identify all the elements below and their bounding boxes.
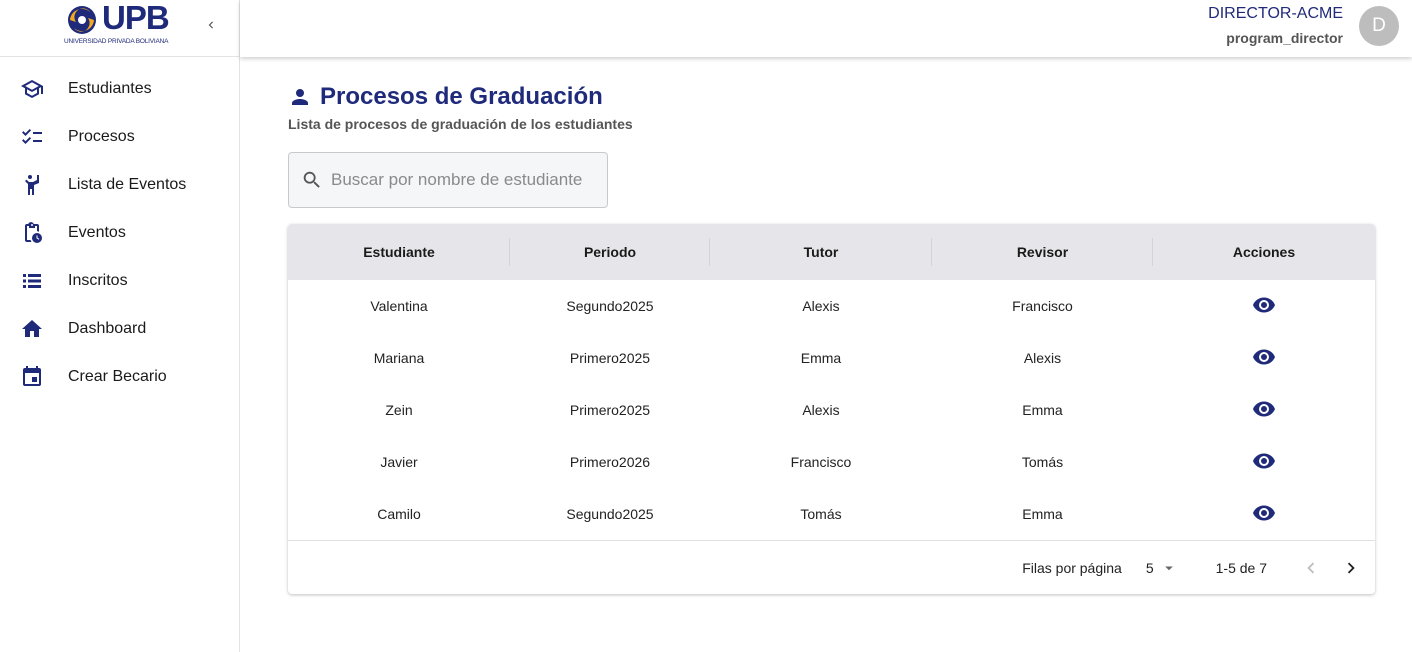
cell-estudiante: Valentina <box>370 298 428 314</box>
view-icon[interactable] <box>1252 345 1276 369</box>
home-icon <box>20 317 44 341</box>
sidebar-item-procesos[interactable]: Procesos <box>0 113 239 161</box>
top-bar: DIRECTOR-ACME program_director D <box>240 0 1412 57</box>
table-row: Camilo Segundo2025 Tomás Emma <box>288 488 1375 540</box>
table-header-row: Estudiante Periodo Tutor Revisor Accione… <box>288 224 1375 280</box>
chevron-left-icon <box>208 21 213 29</box>
cell-acciones <box>1153 488 1375 540</box>
cell-revisor: Emma <box>1022 506 1063 522</box>
sidebar-item-estudiantes[interactable]: Estudiantes <box>0 65 239 113</box>
cell-estudiante: Camilo <box>377 506 421 522</box>
page-title: Procesos de Graduación <box>320 83 603 110</box>
sidebar-item-lista-de-eventos[interactable]: Lista de Eventos <box>0 161 239 209</box>
person-icon <box>288 85 312 109</box>
cell-tutor: Francisco <box>790 454 852 470</box>
cell-revisor: Francisco <box>1012 298 1073 314</box>
cell-tutor: Alexis <box>802 402 840 418</box>
view-icon[interactable] <box>1252 501 1276 525</box>
processes-table-card: Estudiante Periodo Tutor Revisor Accione… <box>288 224 1375 594</box>
column-header-revisor[interactable]: Revisor <box>932 224 1153 280</box>
column-header-periodo[interactable]: Periodo <box>510 224 710 280</box>
cell-tutor: Alexis <box>802 298 840 314</box>
processes-table: Estudiante Periodo Tutor Revisor Accione… <box>288 224 1375 540</box>
view-icon[interactable] <box>1252 397 1276 421</box>
rows-per-page-value: 5 <box>1145 559 1154 576</box>
upb-logo[interactable]: UPB UNIVERSIDAD PRIVADA BOLIVIANA <box>64 0 186 48</box>
page-header: Procesos de Graduación <box>288 80 1376 114</box>
search-input[interactable] <box>331 170 601 190</box>
cell-estudiante: Zein <box>385 402 413 418</box>
sidebar-item-inscritos[interactable]: Inscritos <box>0 257 239 305</box>
table-row: Zein Primero2025 Alexis Emma <box>288 384 1375 436</box>
chevron-right-icon <box>1347 562 1355 573</box>
cell-revisor: Alexis <box>1023 350 1062 366</box>
column-header-acciones: Acciones <box>1232 244 1296 260</box>
next-page-button[interactable] <box>1331 548 1371 588</box>
sidebar-item-label: Eventos <box>68 224 126 241</box>
clipboard-clock-icon <box>20 221 44 245</box>
upb-logo-mark-icon <box>68 6 96 34</box>
view-icon[interactable] <box>1252 293 1276 317</box>
pagination: Filas por página 5 1-5 de 7 <box>288 540 1375 594</box>
page-subtitle: Lista de procesos de graduación de los e… <box>288 116 633 132</box>
sidebar-item-label: Crear Becario <box>68 368 167 385</box>
checklist-icon <box>20 125 44 149</box>
sidebar-item-label: Dashboard <box>68 320 147 337</box>
cell-revisor: Tomás <box>1021 454 1064 470</box>
logo-area: UPB UNIVERSIDAD PRIVADA BOLIVIANA <box>0 0 239 57</box>
cell-periodo: Primero2025 <box>569 402 651 418</box>
collapse-sidebar-button[interactable] <box>200 14 222 36</box>
pagination-range: 1-5 de 7 <box>1215 559 1267 576</box>
table-row: Javier Primero2026 Francisco Tomás <box>288 436 1375 488</box>
view-icon[interactable] <box>1252 449 1276 473</box>
logo-subtext: UNIVERSIDAD PRIVADA BOLIVIANA <box>64 38 169 45</box>
table-row: Mariana Primero2025 Emma Alexis <box>288 332 1375 384</box>
cell-estudiante: Mariana <box>373 350 425 366</box>
column-header-estudiante[interactable]: Estudiante <box>288 224 510 280</box>
sidebar-item-label: Estudiantes <box>68 80 152 97</box>
sidebar-nav: Estudiantes Procesos Lista de Eventos Ev… <box>0 57 239 401</box>
cell-periodo: Primero2026 <box>569 454 651 470</box>
user-name: DIRECTOR-ACME <box>1208 5 1343 22</box>
cell-acciones <box>1153 280 1375 332</box>
rows-per-page-label: Filas por página <box>1022 559 1122 576</box>
calendar-icon <box>20 365 44 389</box>
main-content: Procesos de Graduación Lista de procesos… <box>288 80 1376 594</box>
cell-periodo: Primero2025 <box>569 350 651 366</box>
cell-tutor: Tomás <box>800 506 842 522</box>
sidebar: UPB UNIVERSIDAD PRIVADA BOLIVIANA Estudi… <box>0 0 240 652</box>
cell-periodo: Segundo2025 <box>566 506 654 522</box>
cell-periodo: Segundo2025 <box>566 298 654 314</box>
sidebar-item-dashboard[interactable]: Dashboard <box>0 305 239 353</box>
cell-estudiante: Javier <box>380 454 418 470</box>
sidebar-item-eventos[interactable]: Eventos <box>0 209 239 257</box>
cell-acciones <box>1153 384 1375 436</box>
search-icon <box>303 171 320 188</box>
chevron-left-icon <box>1307 562 1315 573</box>
sidebar-item-crear-becario[interactable]: Crear Becario <box>0 353 239 401</box>
sidebar-item-label: Procesos <box>68 128 135 145</box>
cell-revisor: Emma <box>1022 402 1063 418</box>
previous-page-button[interactable] <box>1291 548 1331 588</box>
school-icon <box>20 77 44 101</box>
sidebar-item-label: Inscritos <box>68 272 128 289</box>
cell-acciones <box>1153 436 1375 488</box>
caret-down-icon <box>1164 566 1173 570</box>
rows-per-page-select[interactable]: 5 <box>1146 559 1178 577</box>
logo-text: UPB <box>102 0 170 36</box>
user-role: program_director <box>1226 30 1343 46</box>
sidebar-item-label: Lista de Eventos <box>68 176 187 193</box>
avatar[interactable]: D <box>1359 6 1399 46</box>
cell-acciones <box>1153 332 1375 384</box>
person-raising-hand-icon <box>20 173 44 197</box>
search-box <box>288 152 608 208</box>
table-row: Valentina Segundo2025 Alexis Francisco <box>288 280 1375 332</box>
cell-tutor: Emma <box>800 350 842 366</box>
column-header-tutor[interactable]: Tutor <box>710 224 932 280</box>
list-icon <box>20 269 44 293</box>
